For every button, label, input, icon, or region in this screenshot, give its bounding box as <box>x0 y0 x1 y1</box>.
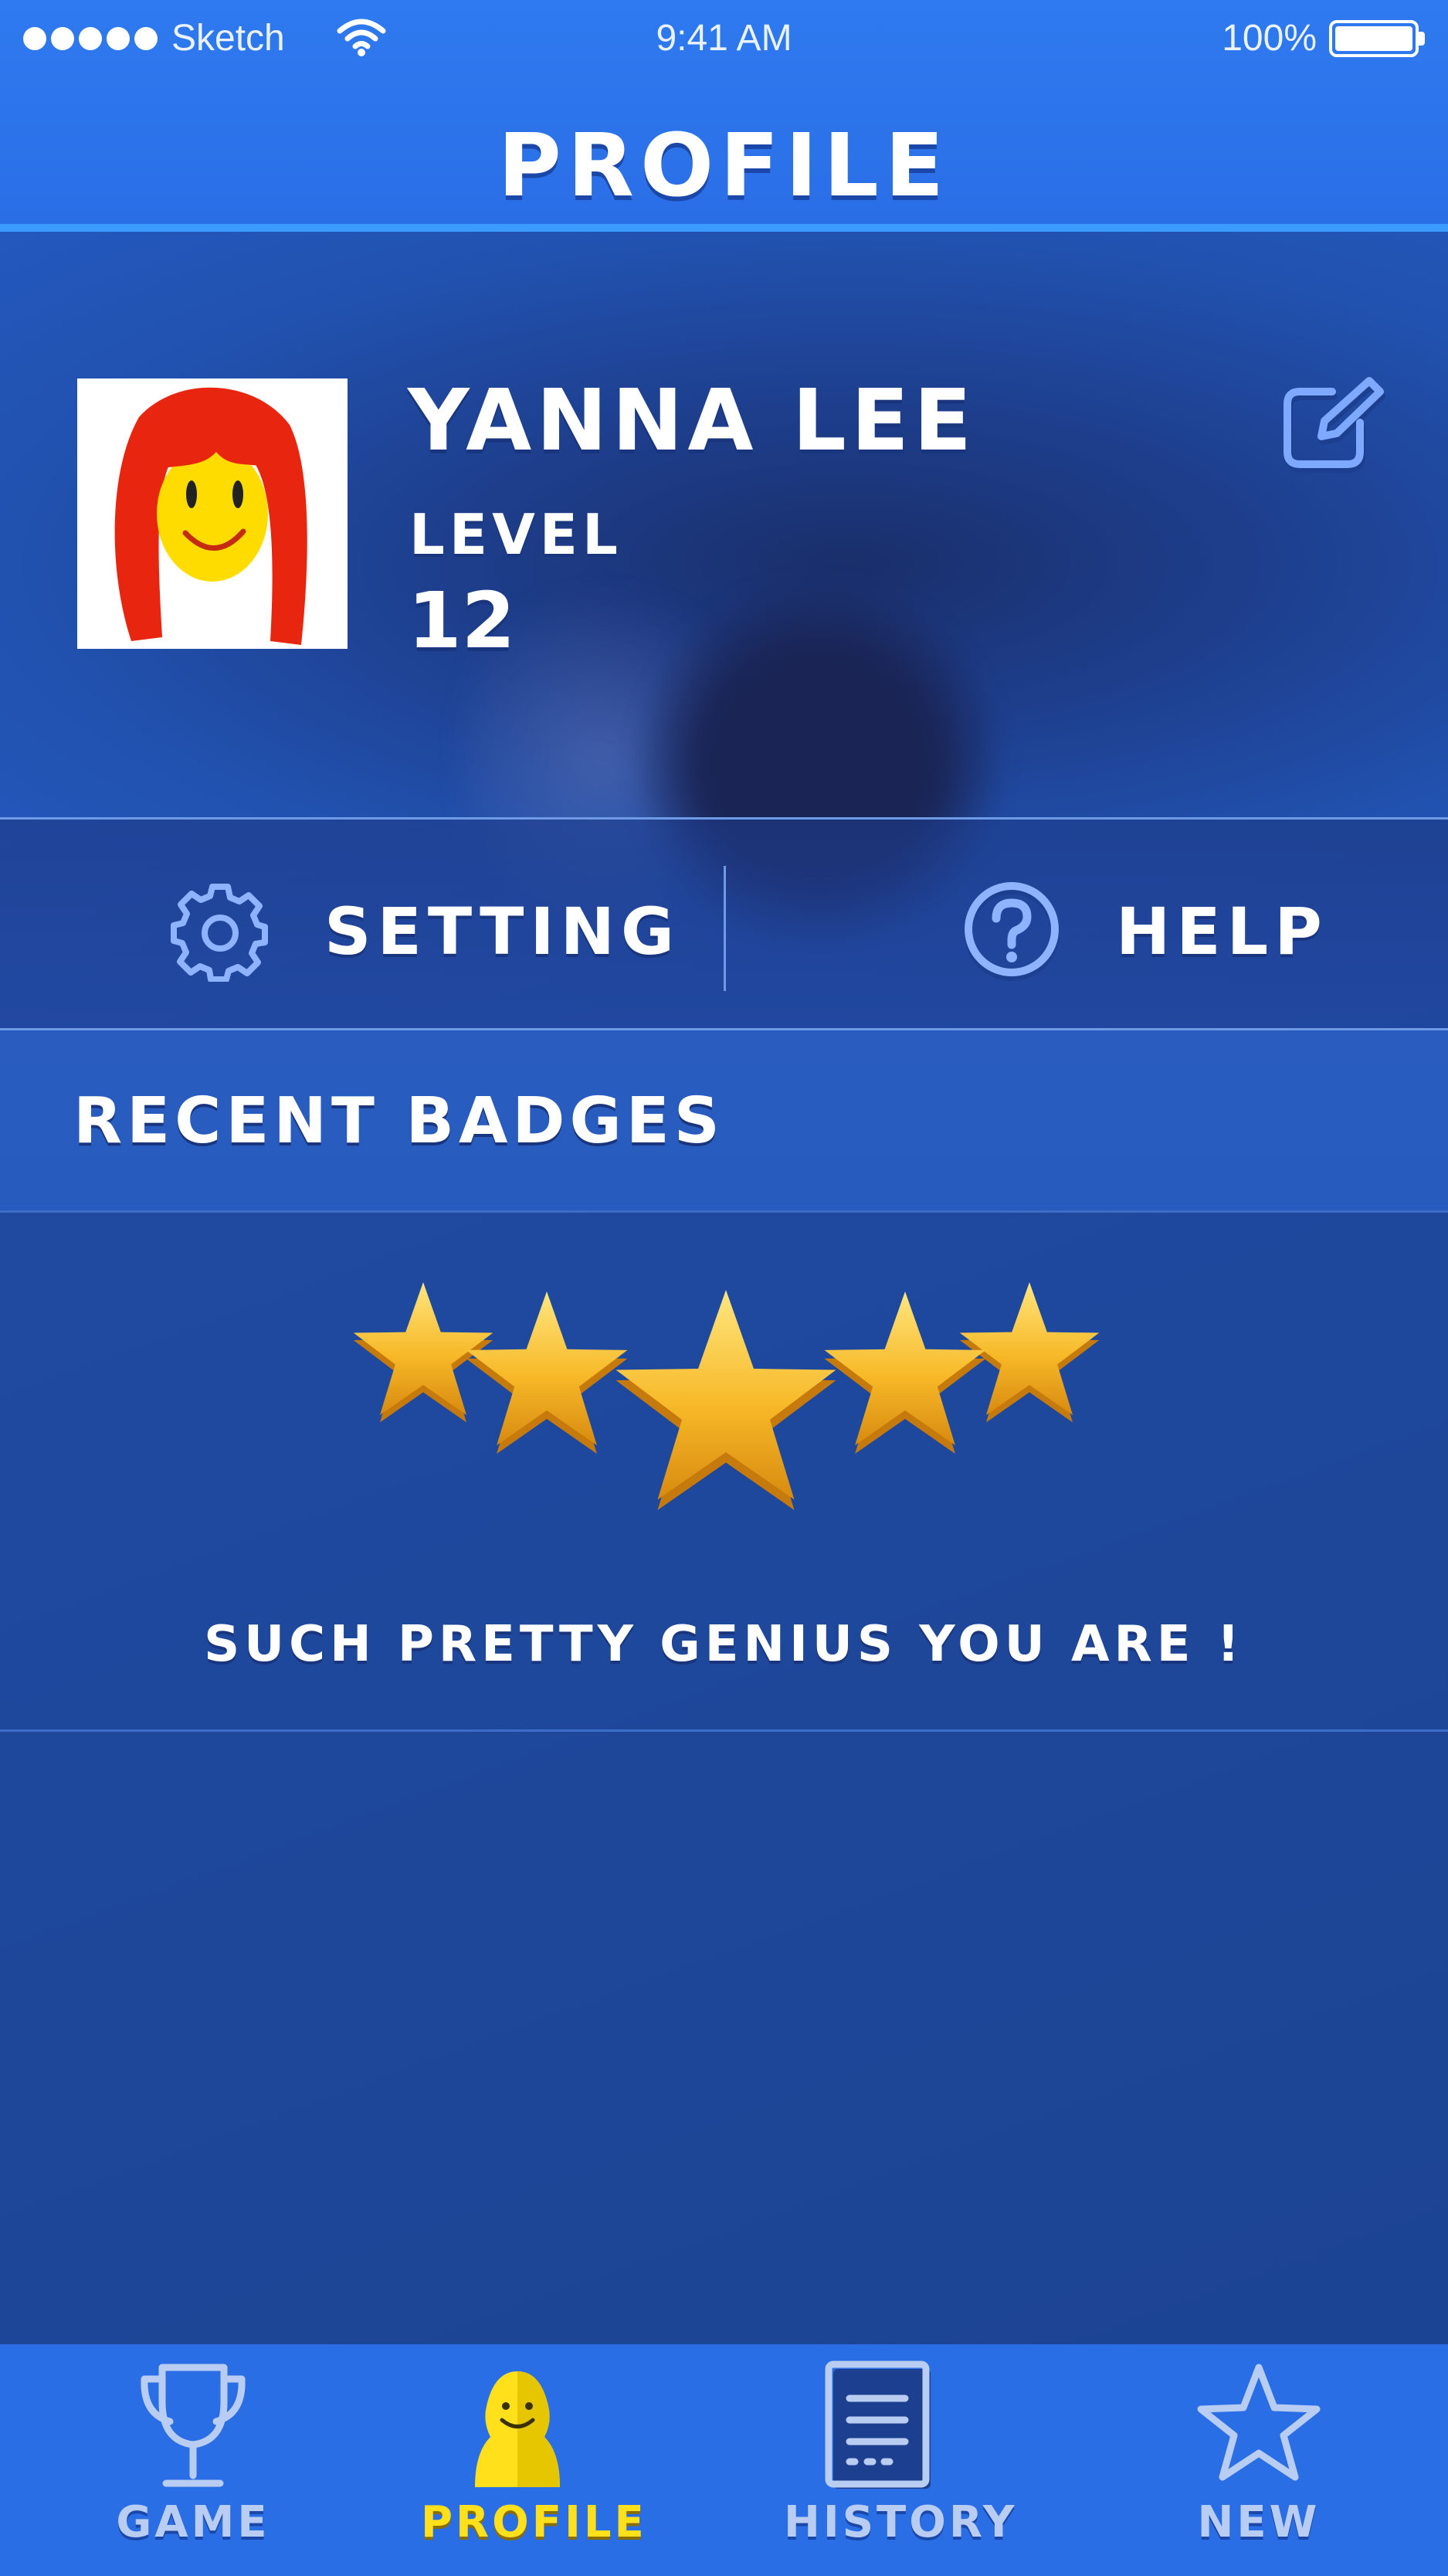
level-value: 12 <box>408 575 516 666</box>
user-name: YANNA LEE <box>408 371 977 470</box>
gear-icon <box>171 884 268 982</box>
actions-row: SETTING HELP <box>0 817 1448 1030</box>
edit-icon[interactable] <box>1278 375 1386 475</box>
setting-label: SETTING <box>324 894 680 969</box>
profile-screen: Sketch 9:41 AM 100% PROFILE YANNA LEE LE… <box>0 0 1448 2576</box>
tab-profile[interactable]: PROFILE <box>421 2360 647 2576</box>
recent-badges-header: RECENT BADGES <box>0 1030 1448 1213</box>
status-bar: Sketch 9:41 AM 100% <box>0 0 1448 77</box>
battery-percent: 100% <box>1222 18 1317 59</box>
smiley-person-icon <box>475 2371 560 2487</box>
trophy-icon <box>141 2364 246 2487</box>
tab-new[interactable]: NEW <box>1182 2360 1336 2576</box>
level-label: LEVEL <box>409 502 622 567</box>
document-list-icon <box>825 2360 931 2489</box>
actions-divider <box>724 866 726 991</box>
star-icon <box>824 1291 986 1454</box>
tab-new-label: NEW <box>1197 2497 1321 2547</box>
recent-badges-panel: SUCH PRETTY GENIUS YOU ARE ! <box>0 1214 1448 1732</box>
battery: 100% <box>1222 17 1425 59</box>
avatar[interactable] <box>77 378 348 649</box>
question-circle-icon <box>965 882 1059 981</box>
recent-badges-label: RECENT BADGES <box>73 1084 724 1158</box>
star-icon <box>466 1291 628 1454</box>
stars-badge[interactable] <box>348 1282 1104 1553</box>
setting-button[interactable]: SETTING <box>170 881 680 982</box>
star-icon <box>615 1290 836 1510</box>
help-label: HELP <box>1116 894 1328 969</box>
badge-message: SUCH PRETTY GENIUS YOU ARE ! <box>204 1616 1244 1673</box>
avatar-drawing <box>77 378 348 649</box>
help-button[interactable]: HELP <box>961 881 1328 982</box>
tab-game[interactable]: GAME <box>116 2360 270 2576</box>
page-title: PROFILE <box>497 116 951 216</box>
header: Sketch 9:41 AM 100% PROFILE <box>0 0 1448 232</box>
tab-history-label: HISTORY <box>784 2497 1018 2547</box>
tab-profile-label: PROFILE <box>421 2497 647 2547</box>
battery-icon <box>1329 19 1425 57</box>
tab-history[interactable]: HISTORY <box>784 2360 1018 2576</box>
star-outline-icon <box>1197 2364 1321 2481</box>
tab-game-label: GAME <box>116 2497 270 2547</box>
tab-bar: GAME PROFILE HISTORY NEW <box>0 2344 1448 2576</box>
